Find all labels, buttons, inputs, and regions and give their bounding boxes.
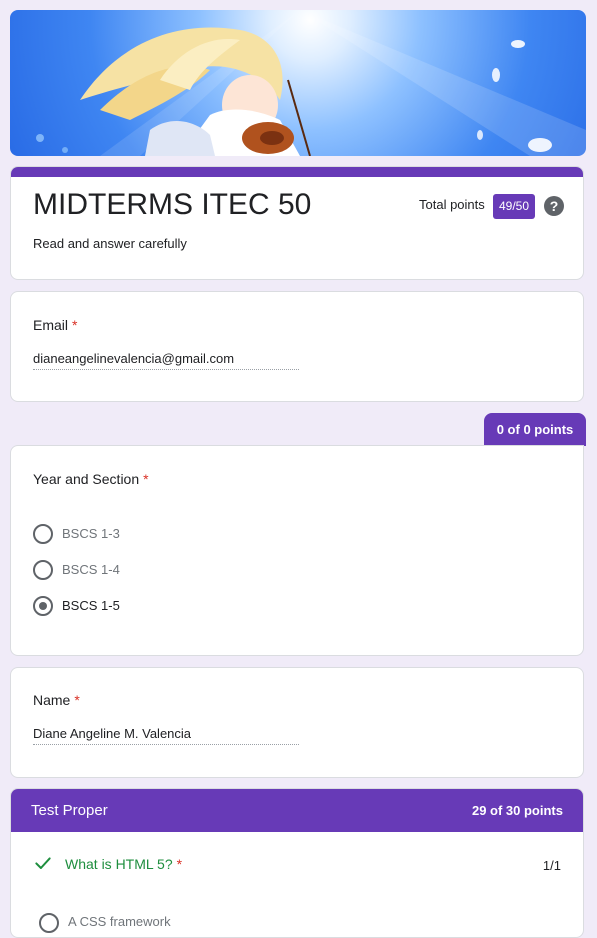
question-1-text: What is HTML 5? <box>65 856 173 872</box>
year-section-label-text: Year and Section <box>33 471 140 487</box>
year-section-label: Year and Section * <box>33 471 149 487</box>
name-label-text: Name <box>33 692 71 708</box>
email-response: dianeangelinevalencia@gmail.com <box>33 351 299 370</box>
email-question-card: Email * dianeangelinevalencia@gmail.com <box>10 291 584 402</box>
required-asterisk: * <box>143 471 149 487</box>
name-question-card: Name * Diane Angeline M. Valencia <box>10 667 584 778</box>
accent-bar <box>11 167 583 177</box>
test-proper-points: 29 of 30 points <box>471 803 563 818</box>
question-1-title: What is HTML 5? * <box>65 856 182 872</box>
required-asterisk: * <box>72 317 78 333</box>
form-header-card: MIDTERMS ITEC 50 Read and answer careful… <box>10 166 584 280</box>
radio-option-label: A CSS framework <box>68 914 171 929</box>
radio-option-label: BSCS 1-4 <box>62 562 120 577</box>
section-points-tab: 0 of 0 points <box>484 413 586 446</box>
radio-option-label: BSCS 1-5 <box>62 598 120 613</box>
check-icon <box>35 857 51 869</box>
radio-button-selected[interactable] <box>33 596 53 616</box>
test-proper-card: Test Proper 29 of 30 points What is HTML… <box>10 788 584 938</box>
year-section-question-card: Year and Section * BSCS 1-3 BSCS 1-4 BSCS… <box>10 445 584 656</box>
form-description: Read and answer carefully <box>33 236 187 251</box>
question-1-score: 1/1 <box>542 858 561 873</box>
radio-selected-dot <box>39 602 47 610</box>
total-score-badge: 49/50 <box>493 194 535 219</box>
radio-button[interactable] <box>39 913 59 933</box>
required-asterisk: * <box>74 692 80 708</box>
name-label: Name * <box>33 692 80 708</box>
radio-button[interactable] <box>33 524 53 544</box>
form-title: MIDTERMS ITEC 50 <box>33 188 312 221</box>
email-label: Email * <box>33 317 77 333</box>
required-asterisk: * <box>176 856 183 872</box>
radio-option-label: BSCS 1-3 <box>62 526 120 541</box>
help-icon[interactable]: ? <box>544 196 564 216</box>
header-banner-image <box>10 10 586 156</box>
test-proper-header: Test Proper 29 of 30 points <box>11 789 583 832</box>
name-response: Diane Angeline M. Valencia <box>33 726 299 745</box>
email-label-text: Email <box>33 317 69 333</box>
radio-button[interactable] <box>33 560 53 580</box>
total-points-label: Total points <box>419 197 485 212</box>
test-proper-title: Test Proper <box>31 802 108 819</box>
